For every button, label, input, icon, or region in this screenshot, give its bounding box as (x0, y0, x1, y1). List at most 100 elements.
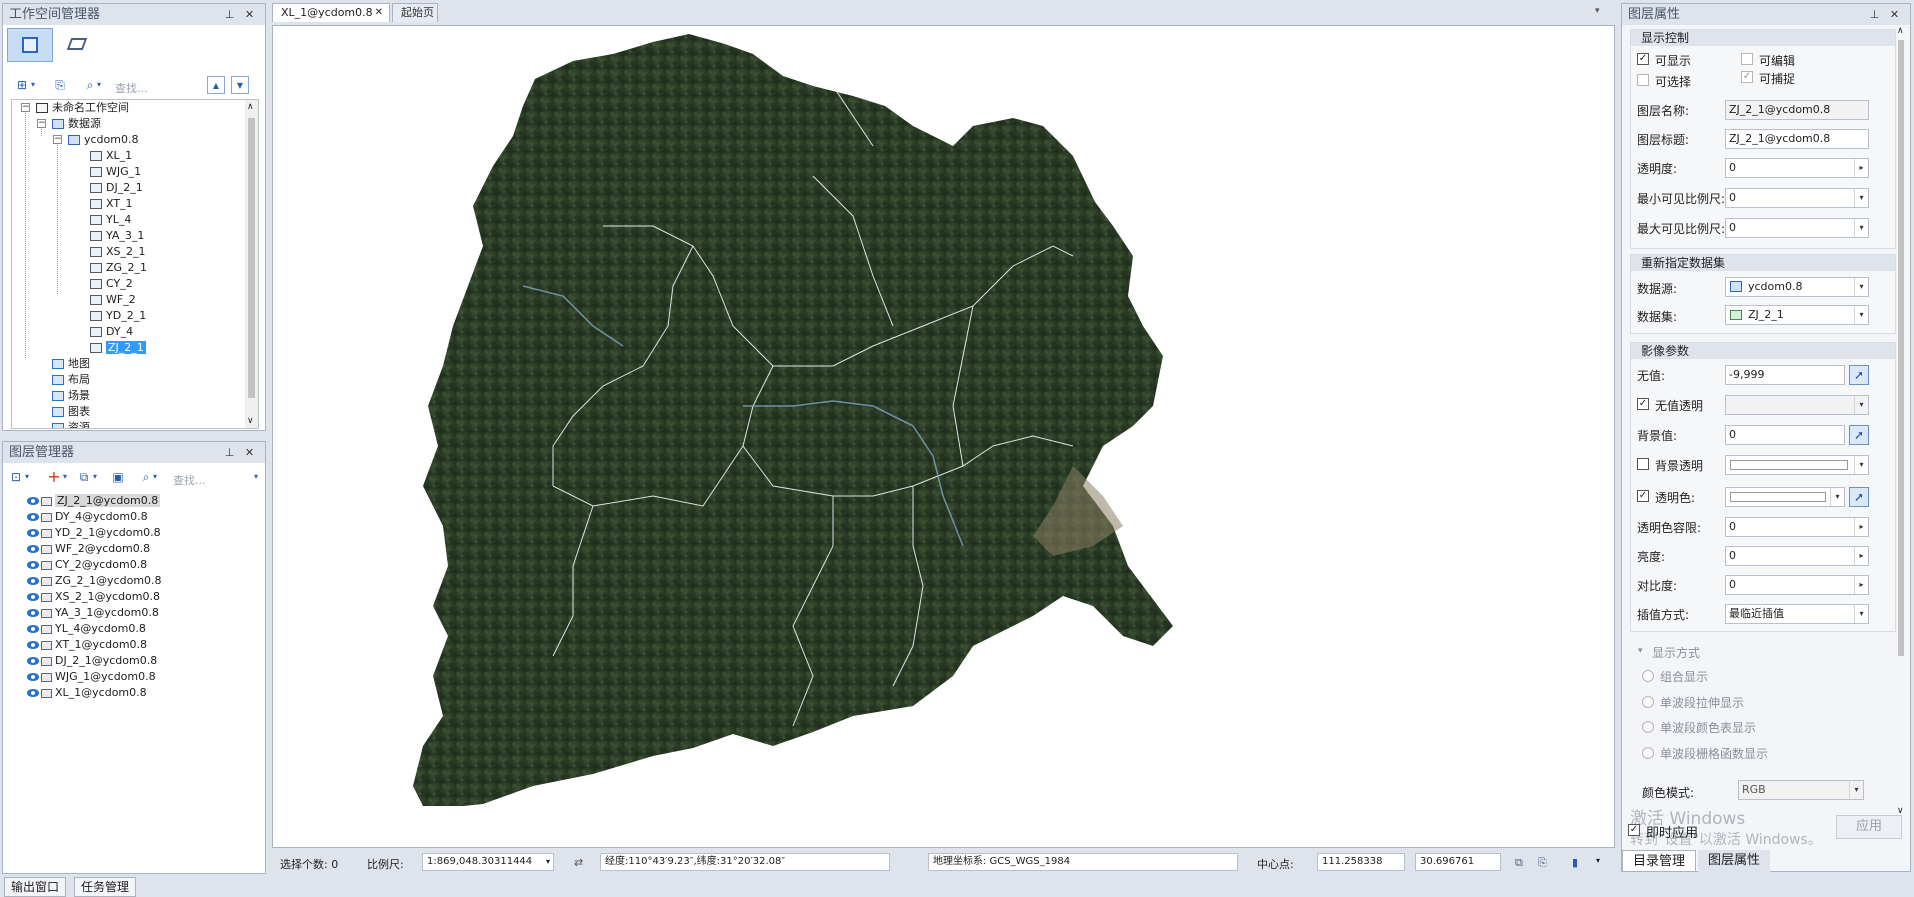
max-scale-combobox[interactable]: 0 ▾ (1725, 218, 1869, 238)
tree-node-dataset-selected[interactable]: ZJ_2_1 (90, 341, 146, 354)
collapse-icon[interactable]: ▾ (1638, 646, 1643, 656)
selectable-checkbox[interactable] (1637, 74, 1649, 86)
instant-apply-checkbox[interactable]: ✓ (1628, 824, 1640, 836)
resource-view-button[interactable] (57, 28, 103, 62)
chevron-down-icon[interactable]: ▾ (61, 468, 69, 486)
nodata-transparent-checkbox[interactable]: ✓ (1637, 398, 1649, 410)
chevron-down-icon[interactable]: ▾ (1830, 488, 1844, 506)
layer-caption-input[interactable]: ZJ_2_1@ycdom0.8 (1725, 129, 1869, 149)
tab-output-window[interactable]: 输出窗口 (4, 877, 67, 897)
transparent-color-combobox[interactable]: ▾ (1725, 487, 1845, 507)
close-icon[interactable]: ✕ (1887, 7, 1902, 22)
scroll-up-arrow[interactable]: ∧ (1897, 26, 1904, 36)
properties-scrollbar[interactable]: ∧ ∨ (1894, 26, 1908, 816)
spin-arrow-icon[interactable]: ▸ (1854, 576, 1868, 594)
visibility-eye-icon[interactable] (27, 513, 39, 521)
tab-overflow-icon[interactable]: ▾ (1595, 6, 1600, 16)
pin-icon[interactable]: ⊥ (1867, 7, 1882, 22)
workspace-tree-view-button[interactable] (7, 28, 53, 62)
new-datasource-icon[interactable]: ⎘ (51, 76, 69, 94)
datasource-combobox[interactable]: ycdom0.8 ▾ (1725, 277, 1869, 297)
tab-task-manager[interactable]: 任务管理 (74, 877, 137, 897)
swap-icon[interactable]: ⇄ (574, 856, 583, 869)
coordinate-system[interactable]: 地理坐标系: GCS_WGS_1984 (928, 853, 1238, 871)
tab-map-xl1[interactable]: XL_1@ycdom0.8 ✕ (272, 3, 390, 22)
overflow-icon[interactable]: ▾ (251, 468, 261, 486)
radio-colortable[interactable] (1642, 721, 1654, 733)
tree-node-workspace[interactable]: 未命名工作空间 (36, 101, 129, 114)
chevron-down-icon[interactable]: ▾ (1854, 219, 1868, 237)
apply-button[interactable]: 应用 (1836, 815, 1902, 839)
arrow-up-icon[interactable]: ▲ (207, 76, 225, 94)
scrollbar-thumb[interactable] (1898, 40, 1904, 656)
tree-node-datasource-ycdom[interactable]: ycdom0.8 (68, 133, 138, 146)
tree-node-resources[interactable]: 资源 (52, 421, 90, 428)
tree-node-scenes[interactable]: 场景 (52, 389, 90, 402)
visibility-eye-icon[interactable] (27, 641, 39, 649)
expand-toggle[interactable]: − (21, 103, 30, 112)
chevron-down-icon[interactable]: ▾ (1854, 605, 1868, 623)
workspace-search-input[interactable]: 查找... (115, 80, 148, 96)
min-scale-combobox[interactable]: 0 ▾ (1725, 188, 1869, 208)
visibility-eye-icon[interactable] (27, 689, 39, 697)
center-y-input[interactable]: 30.696761 (1415, 853, 1501, 871)
chevron-down-icon[interactable]: ▾ (91, 468, 99, 486)
tree-scrollbar[interactable]: ∧ ∨ (245, 100, 258, 428)
pin-icon[interactable]: ⊥ (222, 7, 237, 22)
visibility-eye-icon[interactable] (27, 609, 39, 617)
bookmark-icon[interactable]: ▮ (1572, 856, 1578, 869)
transparent-color-checkbox[interactable]: ✓ (1637, 490, 1649, 502)
chevron-down-icon[interactable]: ▾ (29, 76, 37, 94)
brightness-spinner[interactable]: 0 ▸ (1725, 546, 1869, 566)
layer-item[interactable]: YA_3_1@ycdom0.8 (27, 606, 159, 619)
visibility-eye-icon[interactable] (27, 673, 39, 681)
tree-node-charts[interactable]: 图表 (52, 405, 90, 418)
visibility-eye-icon[interactable] (27, 561, 39, 569)
visibility-eye-icon[interactable] (27, 657, 39, 665)
chevron-down-icon[interactable]: ▾ (1854, 278, 1868, 296)
background-transparent-checkbox[interactable] (1637, 458, 1649, 470)
layer-item[interactable]: YL_4@ycdom0.8 (27, 622, 146, 635)
layer-search-input[interactable]: 查找... (173, 472, 206, 488)
paste-icon[interactable]: ⎘ (1538, 856, 1547, 870)
center-x-input[interactable]: 111.258338 (1317, 853, 1405, 871)
dataset-combobox[interactable]: ZJ_2_1 ▾ (1725, 305, 1869, 325)
layer-item[interactable]: XT_1@ycdom0.8 (27, 638, 147, 651)
scroll-up-arrow[interactable]: ∧ (247, 102, 254, 112)
close-icon[interactable]: ✕ (242, 445, 257, 460)
layer-properties-icon[interactable]: ▣ (109, 468, 127, 486)
tree-node-maps[interactable]: 地图 (52, 357, 90, 370)
copy-icon[interactable]: ⧉ (1515, 856, 1523, 870)
visibility-eye-icon[interactable] (27, 625, 39, 633)
chevron-down-icon[interactable]: ▾ (151, 468, 159, 486)
tree-node-dataset[interactable]: YD_2_1 (90, 309, 146, 322)
interpolation-combobox[interactable]: 最临近插值 ▾ (1725, 604, 1869, 624)
expand-toggle[interactable]: − (53, 135, 62, 144)
tolerance-spinner[interactable]: 0 ▸ (1725, 517, 1869, 537)
tree-node-dataset[interactable]: CY_2 (90, 277, 133, 290)
tree-node-layouts[interactable]: 布局 (52, 373, 90, 386)
tree-node-dataset[interactable]: ZG_2_1 (90, 261, 147, 274)
tree-node-dataset[interactable]: WF_2 (90, 293, 136, 306)
tree-node-dataset[interactable]: DY_4 (90, 325, 133, 338)
layer-item[interactable]: WF_2@ycdom0.8 (27, 542, 150, 555)
tree-node-dataset[interactable]: WJG_1 (90, 165, 141, 178)
tree-node-dataset[interactable]: DJ_2_1 (90, 181, 143, 194)
tree-node-dataset[interactable]: YL_4 (90, 213, 131, 226)
spin-arrow-icon[interactable]: ▸ (1854, 159, 1868, 177)
chevron-down-icon[interactable]: ▾ (95, 76, 103, 94)
layer-item[interactable]: WJG_1@ycdom0.8 (27, 670, 156, 683)
spin-arrow-icon[interactable]: ▸ (1854, 547, 1868, 565)
pin-icon[interactable]: ⊥ (222, 445, 237, 460)
transparent-color-pick-button[interactable]: ➚ (1849, 487, 1869, 507)
scroll-down-arrow[interactable]: ∨ (247, 416, 254, 426)
expand-toggle[interactable]: − (37, 119, 46, 128)
tree-node-dataset[interactable]: YA_3_1 (90, 229, 144, 242)
chevron-down-icon[interactable]: ▾ (1854, 189, 1868, 207)
nodata-input[interactable]: -9,999 (1725, 365, 1845, 385)
transparency-spinner[interactable]: 0 ▸ (1725, 158, 1869, 178)
layer-item[interactable]: DY_4@ycdom0.8 (27, 510, 148, 523)
spin-arrow-icon[interactable]: ▸ (1854, 518, 1868, 536)
visibility-eye-icon[interactable] (27, 545, 39, 553)
chevron-down-icon[interactable]: ▾ (1596, 856, 1600, 865)
